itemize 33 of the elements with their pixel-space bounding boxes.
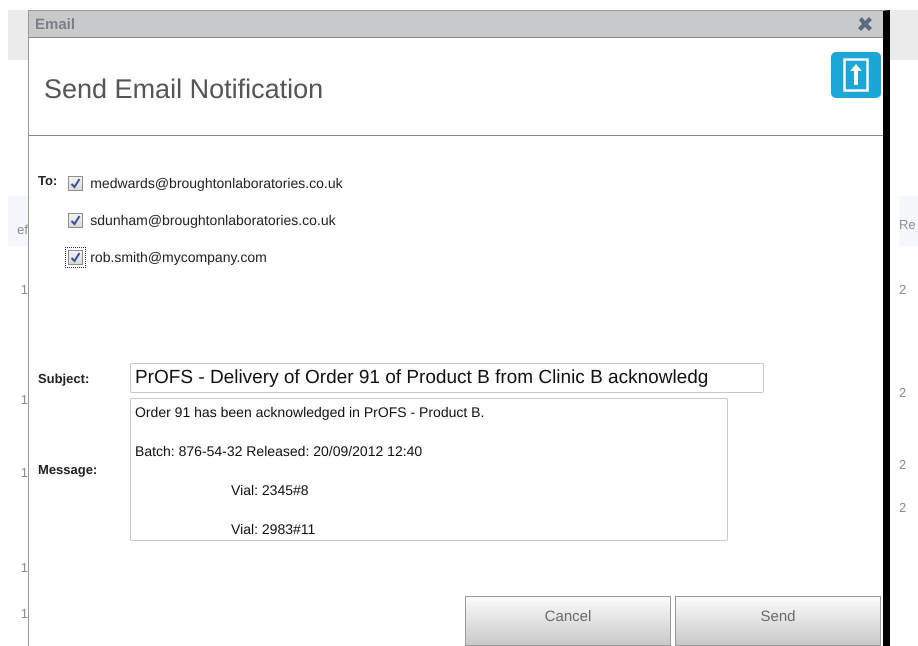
message-line: Vial: 2345#8 bbox=[230, 481, 310, 499]
close-icon[interactable] bbox=[857, 16, 873, 32]
background-text: 2 bbox=[899, 385, 906, 400]
background-text: Re bbox=[899, 217, 916, 232]
background-text: ef bbox=[17, 222, 28, 237]
check-mark-icon bbox=[70, 214, 82, 226]
message-line: Order 91 has been acknowledged in PrOFS - Product B. bbox=[135, 403, 486, 421]
message-field[interactable]: Order 91 has been acknowledged in PrOFS - Product B. Batch: 876-54-32 Released: 20/09/2012 12:40 Vial: 2345#8 Vial: 2983#11 bbox=[130, 398, 728, 541]
recipient-address: medwards@broughtonlaboratories.co.uk bbox=[90, 175, 343, 191]
background-text: 2 bbox=[899, 500, 906, 515]
check-mark-icon bbox=[70, 178, 82, 188]
background-text: 1 bbox=[20, 465, 28, 480]
background-text: 1 bbox=[20, 282, 28, 297]
check-mark-icon bbox=[70, 252, 82, 262]
checkbox[interactable] bbox=[65, 246, 86, 268]
subject-label: Subject: bbox=[38, 370, 90, 386]
to-label: To: bbox=[38, 173, 58, 190]
background-text: 1 bbox=[20, 606, 28, 621]
message-line: Vial: 2983#11 bbox=[230, 520, 316, 538]
recipient-address: rob.smith@mycompany.com bbox=[90, 249, 267, 265]
cancel-button[interactable]: Cancel bbox=[465, 596, 671, 646]
background-text: 2 bbox=[899, 282, 906, 297]
send-button[interactable]: Send bbox=[675, 596, 881, 646]
message-label: Message: bbox=[38, 462, 98, 477]
message-line: Batch: 876-54-32 Released: 20/09/2012 12:40 bbox=[135, 442, 424, 460]
recipient-address: sdunham@broughtonlaboratories.co.uk bbox=[90, 212, 336, 228]
subject-field[interactable]: PrOFS - Delivery of Order 91 of Product B from Clinic B acknowledg bbox=[130, 363, 764, 393]
background-text: 2 bbox=[899, 457, 906, 472]
background-text: 1 bbox=[20, 560, 28, 575]
upload-button[interactable] bbox=[831, 52, 881, 98]
dialog-heading: Send Email Notification bbox=[44, 74, 324, 105]
dialog-title: Email bbox=[35, 16, 76, 32]
background-text: 1 bbox=[20, 392, 28, 407]
